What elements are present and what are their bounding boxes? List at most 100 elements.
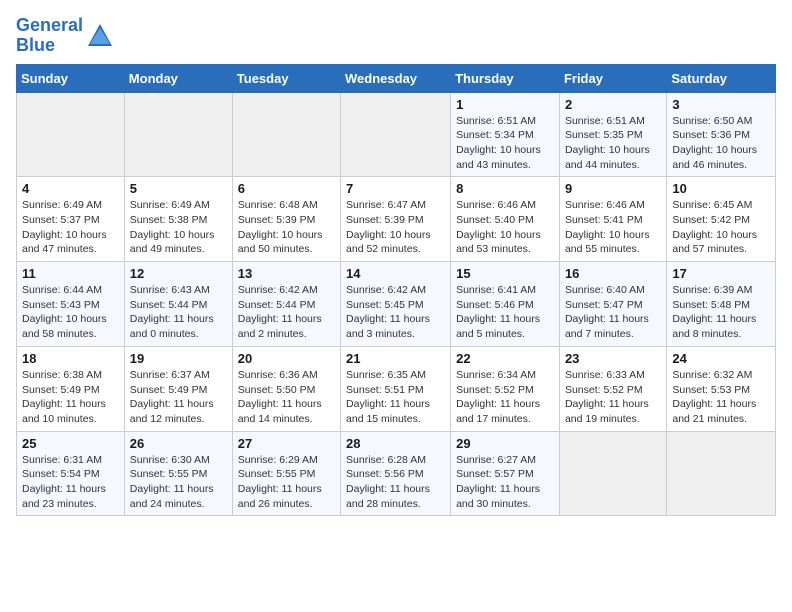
calendar-cell: 13 Sunrise: 6:42 AM Sunset: 5:44 PM Dayli… <box>232 262 340 347</box>
header: General Blue <box>16 16 776 56</box>
calendar-cell: 19Sunrise: 6:37 AM Sunset: 5:49 PM Dayli… <box>124 346 232 431</box>
day-number: 7 <box>346 181 445 196</box>
day-detail: Sunrise: 6:31 AM Sunset: 5:54 PM Dayligh… <box>22 453 119 512</box>
day-number: 8 <box>456 181 554 196</box>
calendar-cell: 24 Sunrise: 6:32 AM Sunset: 5:53 PM Dayli… <box>667 346 776 431</box>
header-day: Friday <box>559 64 666 92</box>
day-number: 16 <box>565 266 661 281</box>
day-detail: Sunrise: 6:41 AM Sunset: 5:46 PM Dayligh… <box>456 283 554 342</box>
header-day: Sunday <box>17 64 125 92</box>
day-detail: Sunrise: 6:51 AM Sunset: 5:35 PM Dayligh… <box>565 114 661 173</box>
calendar-cell: 28Sunrise: 6:28 AM Sunset: 5:56 PM Dayli… <box>341 431 451 516</box>
header-row: SundayMondayTuesdayWednesdayThursdayFrid… <box>17 64 776 92</box>
calendar-week-row: 25 Sunrise: 6:31 AM Sunset: 5:54 PM Dayli… <box>17 431 776 516</box>
day-number: 2 <box>565 97 661 112</box>
calendar-week-row: 1Sunrise: 6:51 AM Sunset: 5:34 PM Daylig… <box>17 92 776 177</box>
calendar-cell: 14 Sunrise: 6:42 AM Sunset: 5:45 PM Dayli… <box>341 262 451 347</box>
day-detail: Sunrise: 6:44 AM Sunset: 5:43 PM Dayligh… <box>22 283 119 342</box>
calendar-cell: 26 Sunrise: 6:30 AM Sunset: 5:55 PM Dayli… <box>124 431 232 516</box>
calendar-cell: 9 Sunrise: 6:46 AM Sunset: 5:41 PM Daylig… <box>559 177 666 262</box>
calendar-cell: 5 Sunrise: 6:49 AM Sunset: 5:38 PM Daylig… <box>124 177 232 262</box>
calendar-cell: 23Sunrise: 6:33 AM Sunset: 5:52 PM Dayli… <box>559 346 666 431</box>
logo: General Blue <box>16 16 114 56</box>
header-day: Saturday <box>667 64 776 92</box>
day-number: 6 <box>238 181 335 196</box>
calendar-cell: 6 Sunrise: 6:48 AM Sunset: 5:39 PM Daylig… <box>232 177 340 262</box>
day-detail: Sunrise: 6:36 AM Sunset: 5:50 PM Dayligh… <box>238 368 335 427</box>
day-number: 21 <box>346 351 445 366</box>
day-number: 12 <box>130 266 227 281</box>
day-detail: Sunrise: 6:48 AM Sunset: 5:39 PM Dayligh… <box>238 198 335 257</box>
day-detail: Sunrise: 6:42 AM Sunset: 5:45 PM Dayligh… <box>346 283 445 342</box>
calendar-cell: 1Sunrise: 6:51 AM Sunset: 5:34 PM Daylig… <box>451 92 560 177</box>
calendar-body: 1Sunrise: 6:51 AM Sunset: 5:34 PM Daylig… <box>17 92 776 516</box>
day-detail: Sunrise: 6:30 AM Sunset: 5:55 PM Dayligh… <box>130 453 227 512</box>
header-day: Monday <box>124 64 232 92</box>
day-detail: Sunrise: 6:47 AM Sunset: 5:39 PM Dayligh… <box>346 198 445 257</box>
day-detail: Sunrise: 6:40 AM Sunset: 5:47 PM Dayligh… <box>565 283 661 342</box>
day-detail: Sunrise: 6:42 AM Sunset: 5:44 PM Dayligh… <box>238 283 335 342</box>
calendar-cell: 21 Sunrise: 6:35 AM Sunset: 5:51 PM Dayli… <box>341 346 451 431</box>
header-day: Wednesday <box>341 64 451 92</box>
day-number: 20 <box>238 351 335 366</box>
day-detail: Sunrise: 6:50 AM Sunset: 5:36 PM Dayligh… <box>672 114 770 173</box>
calendar-week-row: 11Sunrise: 6:44 AM Sunset: 5:43 PM Dayli… <box>17 262 776 347</box>
day-number: 3 <box>672 97 770 112</box>
calendar-cell: 16 Sunrise: 6:40 AM Sunset: 5:47 PM Dayli… <box>559 262 666 347</box>
day-detail: Sunrise: 6:37 AM Sunset: 5:49 PM Dayligh… <box>130 368 227 427</box>
calendar-cell: 8 Sunrise: 6:46 AM Sunset: 5:40 PM Daylig… <box>451 177 560 262</box>
day-number: 29 <box>456 436 554 451</box>
day-number: 18 <box>22 351 119 366</box>
header-day: Tuesday <box>232 64 340 92</box>
day-detail: Sunrise: 6:27 AM Sunset: 5:57 PM Dayligh… <box>456 453 554 512</box>
day-number: 25 <box>22 436 119 451</box>
calendar-week-row: 18 Sunrise: 6:38 AM Sunset: 5:49 PM Dayli… <box>17 346 776 431</box>
day-number: 4 <box>22 181 119 196</box>
day-number: 26 <box>130 436 227 451</box>
calendar-cell <box>667 431 776 516</box>
day-number: 23 <box>565 351 661 366</box>
header-day: Thursday <box>451 64 560 92</box>
day-number: 22 <box>456 351 554 366</box>
day-number: 15 <box>456 266 554 281</box>
calendar-cell: 18 Sunrise: 6:38 AM Sunset: 5:49 PM Dayli… <box>17 346 125 431</box>
day-detail: Sunrise: 6:39 AM Sunset: 5:48 PM Dayligh… <box>672 283 770 342</box>
calendar-cell: 25 Sunrise: 6:31 AM Sunset: 5:54 PM Dayli… <box>17 431 125 516</box>
calendar-cell <box>232 92 340 177</box>
day-detail: Sunrise: 6:49 AM Sunset: 5:38 PM Dayligh… <box>130 198 227 257</box>
day-detail: Sunrise: 6:35 AM Sunset: 5:51 PM Dayligh… <box>346 368 445 427</box>
logo-text: General Blue <box>16 16 83 56</box>
calendar-table: SundayMondayTuesdayWednesdayThursdayFrid… <box>16 64 776 517</box>
day-detail: Sunrise: 6:46 AM Sunset: 5:41 PM Dayligh… <box>565 198 661 257</box>
calendar-cell: 4 Sunrise: 6:49 AM Sunset: 5:37 PM Daylig… <box>17 177 125 262</box>
day-number: 10 <box>672 181 770 196</box>
calendar-cell: 10Sunrise: 6:45 AM Sunset: 5:42 PM Dayli… <box>667 177 776 262</box>
calendar-cell: 3 Sunrise: 6:50 AM Sunset: 5:36 PM Daylig… <box>667 92 776 177</box>
day-number: 9 <box>565 181 661 196</box>
day-detail: Sunrise: 6:34 AM Sunset: 5:52 PM Dayligh… <box>456 368 554 427</box>
day-detail: Sunrise: 6:32 AM Sunset: 5:53 PM Dayligh… <box>672 368 770 427</box>
calendar-cell: 11Sunrise: 6:44 AM Sunset: 5:43 PM Dayli… <box>17 262 125 347</box>
day-detail: Sunrise: 6:38 AM Sunset: 5:49 PM Dayligh… <box>22 368 119 427</box>
calendar-week-row: 4 Sunrise: 6:49 AM Sunset: 5:37 PM Daylig… <box>17 177 776 262</box>
day-detail: Sunrise: 6:49 AM Sunset: 5:37 PM Dayligh… <box>22 198 119 257</box>
day-detail: Sunrise: 6:43 AM Sunset: 5:44 PM Dayligh… <box>130 283 227 342</box>
day-detail: Sunrise: 6:28 AM Sunset: 5:56 PM Dayligh… <box>346 453 445 512</box>
day-detail: Sunrise: 6:46 AM Sunset: 5:40 PM Dayligh… <box>456 198 554 257</box>
calendar-cell <box>559 431 666 516</box>
calendar-cell <box>341 92 451 177</box>
calendar-cell: 7 Sunrise: 6:47 AM Sunset: 5:39 PM Daylig… <box>341 177 451 262</box>
day-detail: Sunrise: 6:29 AM Sunset: 5:55 PM Dayligh… <box>238 453 335 512</box>
calendar-header: SundayMondayTuesdayWednesdayThursdayFrid… <box>17 64 776 92</box>
calendar-cell: 22 Sunrise: 6:34 AM Sunset: 5:52 PM Dayli… <box>451 346 560 431</box>
day-number: 5 <box>130 181 227 196</box>
day-number: 14 <box>346 266 445 281</box>
day-number: 13 <box>238 266 335 281</box>
calendar-cell <box>124 92 232 177</box>
logo-icon <box>86 22 114 50</box>
day-number: 24 <box>672 351 770 366</box>
calendar-cell: 29 Sunrise: 6:27 AM Sunset: 5:57 PM Dayli… <box>451 431 560 516</box>
day-number: 27 <box>238 436 335 451</box>
day-number: 1 <box>456 97 554 112</box>
calendar-cell: 27 Sunrise: 6:29 AM Sunset: 5:55 PM Dayli… <box>232 431 340 516</box>
